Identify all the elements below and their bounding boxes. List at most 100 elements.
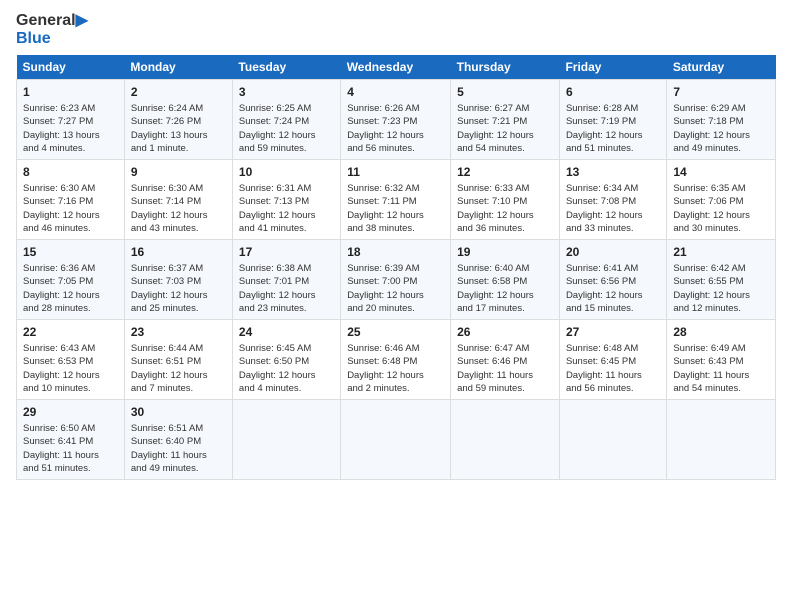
day-info: and 20 minutes. — [347, 302, 444, 315]
day-info: and 59 minutes. — [457, 382, 553, 395]
day-info: Daylight: 12 hours — [239, 369, 334, 382]
day-number: 30 — [131, 404, 226, 421]
day-info: Daylight: 13 hours — [131, 129, 226, 142]
day-info: Sunset: 7:26 PM — [131, 115, 226, 128]
day-info: Sunset: 7:19 PM — [566, 115, 660, 128]
calendar-cell — [559, 400, 666, 480]
day-info: Sunset: 6:58 PM — [457, 275, 553, 288]
calendar-cell — [451, 400, 560, 480]
day-info: and 54 minutes. — [457, 142, 553, 155]
day-info: Daylight: 11 hours — [131, 449, 226, 462]
day-number: 8 — [23, 164, 118, 181]
day-number: 9 — [131, 164, 226, 181]
day-info: Sunrise: 6:31 AM — [239, 182, 334, 195]
calendar-cell: 5Sunrise: 6:27 AMSunset: 7:21 PMDaylight… — [451, 80, 560, 160]
day-info: Sunset: 6:46 PM — [457, 355, 553, 368]
day-info: and 46 minutes. — [23, 222, 118, 235]
day-info: Daylight: 12 hours — [23, 369, 118, 382]
day-number: 15 — [23, 244, 118, 261]
col-header-monday: Monday — [124, 55, 232, 80]
calendar-cell: 20Sunrise: 6:41 AMSunset: 6:56 PMDayligh… — [559, 240, 666, 320]
day-info: Sunrise: 6:35 AM — [673, 182, 769, 195]
calendar-cell — [667, 400, 776, 480]
day-info: Sunset: 6:40 PM — [131, 435, 226, 448]
day-info: Daylight: 12 hours — [347, 369, 444, 382]
day-info: Daylight: 12 hours — [131, 289, 226, 302]
day-info: Sunrise: 6:23 AM — [23, 102, 118, 115]
col-header-wednesday: Wednesday — [341, 55, 451, 80]
day-info: Sunrise: 6:32 AM — [347, 182, 444, 195]
day-info: and 38 minutes. — [347, 222, 444, 235]
day-info: and 4 minutes. — [23, 142, 118, 155]
day-info: and 41 minutes. — [239, 222, 334, 235]
day-number: 13 — [566, 164, 660, 181]
day-info: Daylight: 11 hours — [23, 449, 118, 462]
day-info: Daylight: 12 hours — [239, 129, 334, 142]
day-info: Sunset: 7:27 PM — [23, 115, 118, 128]
logo-blue: Blue — [16, 30, 88, 48]
calendar-cell: 15Sunrise: 6:36 AMSunset: 7:05 PMDayligh… — [17, 240, 125, 320]
calendar-cell: 2Sunrise: 6:24 AMSunset: 7:26 PMDaylight… — [124, 80, 232, 160]
day-number: 22 — [23, 324, 118, 341]
day-number: 28 — [673, 324, 769, 341]
day-info: Daylight: 11 hours — [457, 369, 553, 382]
day-info: Sunset: 7:18 PM — [673, 115, 769, 128]
day-number: 29 — [23, 404, 118, 421]
day-info: Sunrise: 6:41 AM — [566, 262, 660, 275]
day-info: Daylight: 12 hours — [347, 289, 444, 302]
day-info: Sunrise: 6:39 AM — [347, 262, 444, 275]
calendar-cell: 22Sunrise: 6:43 AMSunset: 6:53 PMDayligh… — [17, 320, 125, 400]
calendar-cell: 24Sunrise: 6:45 AMSunset: 6:50 PMDayligh… — [232, 320, 340, 400]
calendar-cell: 6Sunrise: 6:28 AMSunset: 7:19 PMDaylight… — [559, 80, 666, 160]
day-info: and 54 minutes. — [673, 382, 769, 395]
day-info: and 30 minutes. — [673, 222, 769, 235]
day-info: Sunrise: 6:47 AM — [457, 342, 553, 355]
day-info: Sunset: 7:03 PM — [131, 275, 226, 288]
calendar-cell: 26Sunrise: 6:47 AMSunset: 6:46 PMDayligh… — [451, 320, 560, 400]
day-info: Sunrise: 6:49 AM — [673, 342, 769, 355]
day-info: Sunrise: 6:30 AM — [23, 182, 118, 195]
day-info: and 1 minute. — [131, 142, 226, 155]
day-info: Sunset: 7:01 PM — [239, 275, 334, 288]
day-info: Sunrise: 6:38 AM — [239, 262, 334, 275]
logo: General▶ Blue — [16, 12, 88, 47]
day-info: Daylight: 12 hours — [23, 289, 118, 302]
day-info: and 4 minutes. — [239, 382, 334, 395]
day-info: Daylight: 12 hours — [673, 129, 769, 142]
day-info: Daylight: 12 hours — [673, 289, 769, 302]
calendar-cell — [341, 400, 451, 480]
day-info: Daylight: 12 hours — [457, 129, 553, 142]
day-number: 11 — [347, 164, 444, 181]
day-info: Sunrise: 6:24 AM — [131, 102, 226, 115]
day-number: 19 — [457, 244, 553, 261]
day-info: Sunrise: 6:51 AM — [131, 422, 226, 435]
day-info: Sunset: 6:45 PM — [566, 355, 660, 368]
day-info: Sunset: 7:11 PM — [347, 195, 444, 208]
day-info: and 17 minutes. — [457, 302, 553, 315]
day-info: and 10 minutes. — [23, 382, 118, 395]
logo-general: General▶ — [16, 12, 88, 30]
day-info: Daylight: 12 hours — [566, 289, 660, 302]
col-header-tuesday: Tuesday — [232, 55, 340, 80]
day-info: Daylight: 12 hours — [239, 289, 334, 302]
day-info: Sunrise: 6:42 AM — [673, 262, 769, 275]
day-info: Sunrise: 6:28 AM — [566, 102, 660, 115]
calendar-cell — [232, 400, 340, 480]
day-info: and 49 minutes. — [131, 462, 226, 475]
day-number: 25 — [347, 324, 444, 341]
day-info: Sunset: 7:23 PM — [347, 115, 444, 128]
day-info: and 2 minutes. — [347, 382, 444, 395]
day-info: Sunset: 7:06 PM — [673, 195, 769, 208]
day-number: 27 — [566, 324, 660, 341]
day-info: Daylight: 12 hours — [566, 129, 660, 142]
day-number: 24 — [239, 324, 334, 341]
col-header-saturday: Saturday — [667, 55, 776, 80]
day-info: Daylight: 11 hours — [673, 369, 769, 382]
calendar-cell: 18Sunrise: 6:39 AMSunset: 7:00 PMDayligh… — [341, 240, 451, 320]
day-number: 21 — [673, 244, 769, 261]
day-info: Sunset: 7:10 PM — [457, 195, 553, 208]
page-header: General▶ Blue — [16, 12, 776, 47]
calendar-cell: 14Sunrise: 6:35 AMSunset: 7:06 PMDayligh… — [667, 160, 776, 240]
day-info: Daylight: 12 hours — [131, 369, 226, 382]
calendar-cell: 12Sunrise: 6:33 AMSunset: 7:10 PMDayligh… — [451, 160, 560, 240]
